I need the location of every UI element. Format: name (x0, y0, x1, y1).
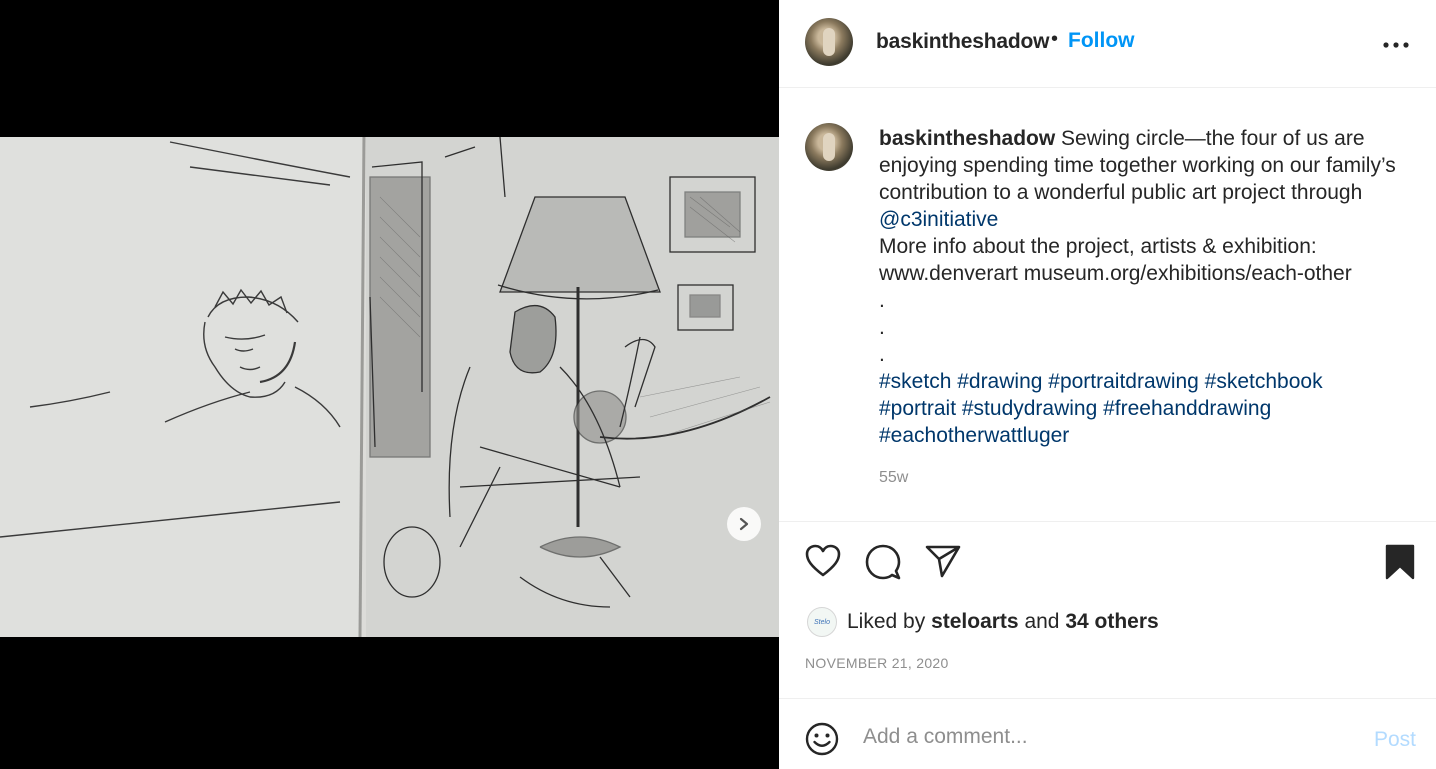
like-button[interactable] (805, 544, 841, 583)
caption-author-avatar[interactable] (805, 123, 853, 171)
action-bar (779, 523, 1436, 603)
comment-icon (865, 544, 901, 580)
caption-dot: . (879, 316, 885, 339)
liker-avatar-logo-text: Stelo (814, 618, 830, 626)
carousel-next-button[interactable] (727, 507, 761, 541)
follow-button[interactable]: Follow (1068, 29, 1135, 53)
post-header: baskintheshadow • Follow (779, 0, 1436, 88)
save-button[interactable] (1385, 544, 1415, 585)
comment-bar: Post (779, 698, 1436, 769)
liker-username[interactable]: steloarts (931, 610, 1019, 633)
likes-others-link[interactable]: 34 others (1065, 610, 1158, 633)
share-button[interactable] (925, 544, 961, 583)
hashtags-line[interactable]: #sketch #drawing #portraitdrawing #sketc… (879, 368, 1419, 395)
bookmark-filled-icon (1385, 544, 1415, 580)
caption-line: enjoying spending time together working … (879, 154, 1396, 177)
post-viewer: baskintheshadow • Follow baskintheshadow… (0, 0, 1436, 769)
caption-url: www.denverart museum.org/exhibitions/eac… (879, 262, 1352, 285)
caption-text: baskintheshadow Sewing circle—the four o… (879, 125, 1419, 449)
emoji-button[interactable] (805, 722, 839, 761)
mention-link[interactable]: @c3initiative (879, 206, 1419, 233)
heart-icon (805, 544, 841, 577)
sketch-drawing (0, 137, 779, 637)
hashtags-line[interactable]: #eachotherwattluger (879, 422, 1419, 449)
caption-line: More info about the project, artists & e… (879, 235, 1317, 258)
comment-button[interactable] (865, 544, 901, 585)
post-image-sketchbook[interactable] (0, 137, 779, 637)
post-age[interactable]: 55w (879, 469, 908, 487)
smiley-icon (805, 722, 839, 756)
likes-text: Liked by steloarts and 34 others (847, 610, 1159, 634)
comment-input[interactable] (863, 722, 1343, 752)
author-username[interactable]: baskintheshadow (876, 30, 1049, 54)
caption-dot: . (879, 343, 885, 366)
hashtags-line[interactable]: #portrait #studydrawing #freehanddrawing (879, 395, 1419, 422)
caption-username[interactable]: baskintheshadow (879, 127, 1055, 150)
more-options-button[interactable] (1383, 28, 1409, 54)
caption-line: contribution to a wonderful public art p… (879, 181, 1363, 204)
post-details-panel: baskintheshadow • Follow baskintheshadow… (779, 0, 1436, 769)
likes-summary: Stelo Liked by steloarts and 34 others (807, 607, 1159, 637)
author-avatar[interactable] (805, 18, 853, 66)
post-comment-button[interactable]: Post (1374, 728, 1416, 752)
chevron-right-icon (739, 517, 749, 531)
send-icon (925, 545, 961, 578)
caption-line: Sewing circle—the four of us are (1061, 127, 1365, 150)
liker-avatar[interactable]: Stelo (807, 607, 837, 637)
caption-section: baskintheshadow Sewing circle—the four o… (779, 89, 1436, 522)
post-date[interactable]: NOVEMBER 21, 2020 (805, 655, 949, 671)
likes-and: and (1024, 610, 1060, 633)
caption-dot: . (879, 289, 885, 312)
more-horizontal-icon (1383, 42, 1409, 48)
likes-prefix: Liked by (847, 610, 926, 633)
media-panel (0, 0, 779, 769)
separator-dot: • (1051, 28, 1059, 50)
